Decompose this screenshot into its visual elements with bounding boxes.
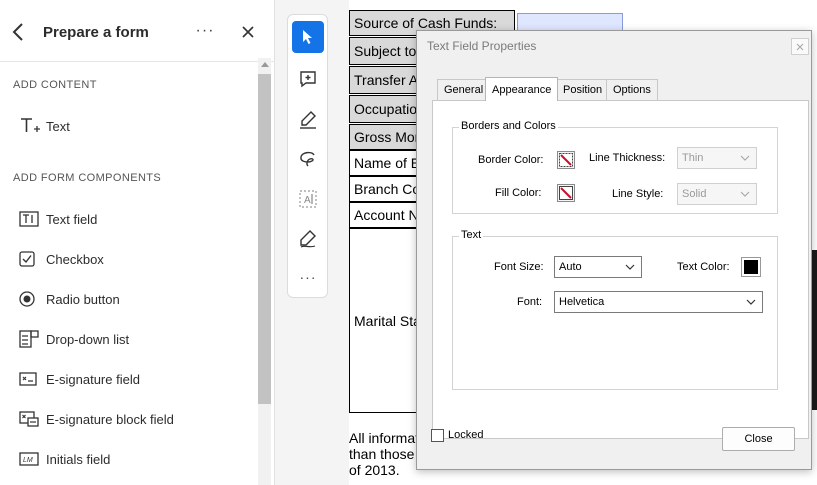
scroll-up-icon[interactable]: [261, 62, 269, 67]
fill-sign-icon[interactable]: [292, 223, 324, 255]
close-button[interactable]: Close: [722, 427, 795, 451]
doc-row-subject: Subject to: [349, 37, 419, 65]
initials-field-icon: LM: [13, 449, 46, 469]
panel-title: Prepare a form: [43, 24, 149, 41]
close-icon[interactable]: [238, 22, 258, 42]
borders-colors-label: Borders and Colors: [459, 120, 558, 132]
line-thickness-select[interactable]: Thin: [677, 147, 757, 169]
text-field-tool-icon[interactable]: A: [292, 183, 324, 215]
svg-text:LM: LM: [23, 457, 33, 464]
text-tool-icon: [13, 116, 46, 136]
esignature-block-item[interactable]: E-signature block field: [13, 404, 253, 434]
esignature-block-icon: [13, 409, 46, 429]
radio-button-icon: [13, 289, 46, 309]
doc-row-transfer: Transfer A: [349, 66, 419, 94]
dropdown-list-item[interactable]: Drop-down list: [13, 324, 253, 354]
back-arrow-icon[interactable]: [8, 20, 28, 44]
font-size-value: Auto: [559, 261, 582, 273]
text-field-icon: [13, 209, 46, 229]
text-color-label: Text Color:: [677, 261, 730, 273]
tab-options[interactable]: Options: [606, 79, 658, 100]
item-label: Initials field: [46, 451, 111, 467]
panel-header: Prepare a form ···: [0, 0, 275, 62]
border-color-swatch[interactable]: [557, 151, 575, 169]
doc-row-gross: Gross Mon: [349, 124, 419, 150]
add-text-item[interactable]: Text: [13, 111, 253, 141]
item-label: E-signature block field: [46, 411, 174, 427]
doc-row-name: Name of E: [349, 150, 419, 176]
text-color-fill: [744, 260, 758, 274]
esignature-field-icon: [13, 369, 46, 389]
add-comment-icon[interactable]: [292, 63, 324, 95]
line-thickness-value: Thin: [682, 152, 704, 164]
font-value: Helvetica: [559, 296, 605, 308]
tab-general[interactable]: General: [437, 79, 491, 100]
doc-row-branch: Branch Co: [349, 176, 419, 202]
locked-label: Locked: [448, 429, 484, 441]
dialog-close-icon[interactable]: [791, 38, 809, 55]
draw-freeform-icon[interactable]: [292, 143, 324, 175]
text-field-properties-dialog: Text Field Properties General Appearance…: [416, 30, 812, 470]
section-add-form-components: ADD FORM COMPONENTS: [13, 172, 162, 184]
fill-color-swatch[interactable]: [557, 184, 575, 202]
text-group: Text Font Size: Auto Text Color: Font: H…: [452, 229, 778, 390]
scrollbar-thumb[interactable]: [258, 74, 271, 404]
item-label: E-signature field: [46, 371, 140, 387]
svg-text:A: A: [304, 195, 311, 206]
doc-row-account: Account N: [349, 202, 419, 228]
border-color-label: Border Color:: [478, 154, 544, 166]
radio-button-item[interactable]: Radio button: [13, 284, 253, 314]
font-label: Font:: [517, 296, 543, 308]
doc-footer-line-1: All informat: [349, 430, 420, 446]
item-label: Text: [46, 118, 70, 134]
tab-appearance[interactable]: Appearance: [485, 77, 559, 101]
tab-position[interactable]: Position: [556, 79, 610, 100]
section-add-content: ADD CONTENT: [13, 79, 97, 91]
locked-checkbox[interactable]: [431, 429, 444, 442]
esignature-field-item[interactable]: E-signature field: [13, 364, 253, 394]
text-color-swatch[interactable]: [741, 257, 761, 277]
appearance-tab-panel: Borders and Colors Border Color: Line Th…: [432, 100, 809, 439]
toolbar-more-icon[interactable]: ···: [292, 269, 324, 289]
doc-footer-line-3: of 2013.: [349, 462, 400, 478]
prepare-form-panel: Prepare a form ··· ADD CONTENT Text ADD …: [0, 0, 275, 485]
item-label: Radio button: [46, 291, 120, 307]
line-style-value: Solid: [682, 188, 707, 200]
text-group-label: Text: [459, 229, 484, 241]
doc-row-occupation: Occupatio: [349, 95, 419, 123]
item-label: Text field: [46, 211, 98, 227]
dropdown-list-icon: [13, 329, 46, 349]
checkbox-icon: [13, 249, 46, 269]
font-size-label: Font Size:: [494, 261, 544, 273]
dialog-title: Text Field Properties: [427, 39, 537, 53]
fill-color-label: Fill Color:: [495, 187, 542, 199]
vertical-toolbar: A ···: [287, 14, 328, 298]
font-select[interactable]: Helvetica: [554, 291, 763, 313]
item-label: Checkbox: [46, 251, 104, 267]
more-options-icon[interactable]: ···: [193, 22, 217, 42]
borders-colors-group: Borders and Colors Border Color: Line Th…: [452, 120, 778, 214]
checkbox-item[interactable]: Checkbox: [13, 244, 253, 274]
item-label: Drop-down list: [46, 331, 130, 347]
doc-row-marital: Marital Sta: [349, 228, 419, 413]
line-style-label: Line Style:: [612, 188, 664, 200]
line-thickness-label: Line Thickness:: [589, 152, 666, 164]
font-size-select[interactable]: Auto: [554, 256, 642, 278]
panel-scrollbar[interactable]: [258, 58, 271, 485]
select-tool-icon[interactable]: [292, 21, 324, 53]
line-style-select[interactable]: Solid: [677, 183, 757, 205]
text-field-item[interactable]: Text field: [13, 204, 253, 234]
initials-field-item[interactable]: LM Initials field: [13, 444, 253, 474]
highlight-icon[interactable]: [292, 104, 324, 136]
doc-footer-line-2: than those: [349, 446, 415, 462]
